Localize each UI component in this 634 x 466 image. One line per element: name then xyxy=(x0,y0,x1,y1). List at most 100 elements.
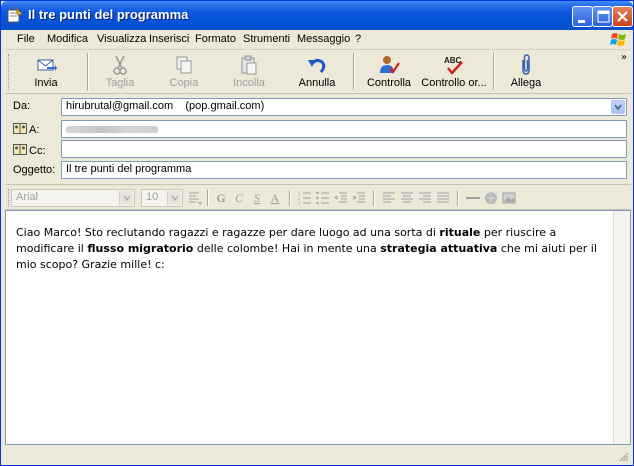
redacted-recipient xyxy=(66,126,158,133)
bold-button[interactable]: G xyxy=(213,190,229,206)
body-bold-1: rituale xyxy=(439,226,481,239)
cc-field[interactable] xyxy=(61,140,627,158)
menu-strumenti[interactable]: Strumenti xyxy=(243,33,290,45)
undo-label: Annulla xyxy=(298,77,336,89)
size-select[interactable]: 10 xyxy=(141,189,183,207)
menu-visualizza[interactable]: Visualizza xyxy=(97,33,146,45)
copy-label: Copia xyxy=(169,77,199,89)
insert-picture-icon[interactable] xyxy=(501,190,517,206)
formatting-toolbar: Arial 10 G C S A 123 xyxy=(5,184,631,210)
bullet-list-icon[interactable] xyxy=(315,190,331,206)
copy-icon xyxy=(176,56,192,74)
to-label: A: xyxy=(29,124,40,136)
font-value: Arial xyxy=(16,191,39,203)
maximize-button[interactable] xyxy=(592,6,613,27)
paste-icon xyxy=(241,55,257,75)
address-book-icon xyxy=(13,123,27,134)
main-toolbar: Invia Taglia Copia Incolla Annulla Contr… xyxy=(5,50,631,94)
hyperlink-icon[interactable] xyxy=(483,190,499,206)
check-names-icon xyxy=(380,56,400,74)
menu-help[interactable]: ? xyxy=(355,33,361,45)
format-separator xyxy=(207,190,209,206)
message-header: Da: hirubrutal@gmail.com (pop.gmail.com)… xyxy=(5,94,631,182)
body-text-1: Ciao Marco! Sto reclutando ragazzi e rag… xyxy=(16,226,440,239)
menu-messaggio[interactable]: Messaggio xyxy=(297,33,350,45)
menu-inserisci[interactable]: Inserisci xyxy=(149,33,189,45)
font-color-button[interactable]: A xyxy=(267,190,283,206)
to-field[interactable] xyxy=(61,120,627,138)
minimize-button[interactable] xyxy=(572,6,593,27)
align-left-icon[interactable] xyxy=(381,190,397,206)
chevron-down-icon xyxy=(119,191,133,205)
cc-label: Cc: xyxy=(29,145,46,157)
numbered-list-icon[interactable]: 123 xyxy=(297,190,313,207)
scissors-icon xyxy=(113,55,127,75)
align-center-icon[interactable] xyxy=(399,190,415,206)
underline-button[interactable]: S xyxy=(249,190,265,206)
close-button[interactable] xyxy=(612,6,633,27)
subject-value: Il tre punti del programma xyxy=(66,163,192,175)
toolbar-separator xyxy=(87,53,89,90)
menu-bar: File Modifica Visualizza Inserisci Forma… xyxy=(5,30,631,50)
spelling-label: Controllo or... xyxy=(421,77,487,89)
vertical-scrollbar[interactable] xyxy=(613,211,630,444)
body-bold-3: strategia attuativa xyxy=(380,242,498,255)
toolbar-grip[interactable] xyxy=(8,54,11,90)
spelling-icon: ABC xyxy=(444,56,463,75)
check-names-label: Controlla xyxy=(366,77,412,89)
maximize-icon xyxy=(597,10,610,23)
attach-button[interactable]: Allega xyxy=(501,52,551,92)
chevron-down-icon xyxy=(614,104,622,111)
size-value: 10 xyxy=(146,191,159,203)
from-select[interactable]: hirubrutal@gmail.com (pop.gmail.com) xyxy=(61,98,627,116)
body-text-3: delle colombe! Hai in mente una xyxy=(193,242,381,255)
new-message-icon xyxy=(7,7,23,23)
menu-modifica[interactable]: Modifica xyxy=(47,33,88,45)
chevron-down-icon xyxy=(167,191,181,205)
paste-button[interactable]: Incolla xyxy=(221,52,277,92)
horizontal-line-icon[interactable] xyxy=(465,190,481,206)
windows-logo-icon xyxy=(610,33,626,46)
toolbar-separator xyxy=(493,53,495,90)
resize-grip-icon[interactable] xyxy=(617,450,629,462)
toolbar-overflow-chevron[interactable]: » xyxy=(621,52,627,63)
svg-text:3: 3 xyxy=(298,202,301,206)
format-separator xyxy=(457,190,459,206)
attach-label: Allega xyxy=(510,77,542,89)
menu-formato[interactable]: Formato xyxy=(195,33,236,45)
format-separator xyxy=(289,190,291,206)
italic-button[interactable]: C xyxy=(231,190,247,206)
increase-indent-icon[interactable] xyxy=(351,190,367,206)
from-dropdown-button[interactable] xyxy=(611,100,625,114)
paste-label: Incolla xyxy=(233,77,265,89)
title-bar[interactable]: Il tre punti del programma xyxy=(1,1,633,30)
cut-button[interactable]: Taglia xyxy=(93,52,147,92)
format-separator xyxy=(373,190,375,206)
toolbar-separator xyxy=(353,53,355,90)
status-bar xyxy=(5,447,631,463)
decrease-indent-icon[interactable] xyxy=(333,190,349,206)
align-right-icon[interactable] xyxy=(417,190,433,206)
from-value: hirubrutal@gmail.com (pop.gmail.com) xyxy=(66,100,265,112)
undo-button[interactable]: Annulla xyxy=(289,52,345,92)
message-body[interactable]: Ciao Marco! Sto reclutando ragazzi e rag… xyxy=(5,210,631,445)
from-label: Da: xyxy=(13,100,31,112)
copy-button[interactable]: Copia xyxy=(157,52,211,92)
subject-label: Oggetto: xyxy=(13,164,56,176)
address-book-icon xyxy=(13,144,27,155)
cc-label-wrap[interactable]: Cc: xyxy=(13,144,46,157)
check-names-button[interactable]: Controlla xyxy=(361,52,417,92)
justify-icon[interactable] xyxy=(435,190,451,206)
close-icon xyxy=(617,11,628,22)
spelling-button[interactable]: ABC Controllo or... xyxy=(419,52,489,92)
compose-window: Il tre punti del programma File Modifica… xyxy=(0,0,634,466)
paragraph-style-icon[interactable] xyxy=(187,190,203,206)
font-select[interactable]: Arial xyxy=(11,189,135,207)
paperclip-icon xyxy=(522,54,530,75)
send-icon xyxy=(37,59,57,71)
menu-file[interactable]: File xyxy=(17,33,35,45)
to-label-wrap[interactable]: A: xyxy=(13,123,39,136)
subject-field[interactable]: Il tre punti del programma xyxy=(61,161,627,179)
send-button[interactable]: Invia xyxy=(19,52,73,92)
message-text[interactable]: Ciao Marco! Sto reclutando ragazzi e rag… xyxy=(16,225,606,273)
